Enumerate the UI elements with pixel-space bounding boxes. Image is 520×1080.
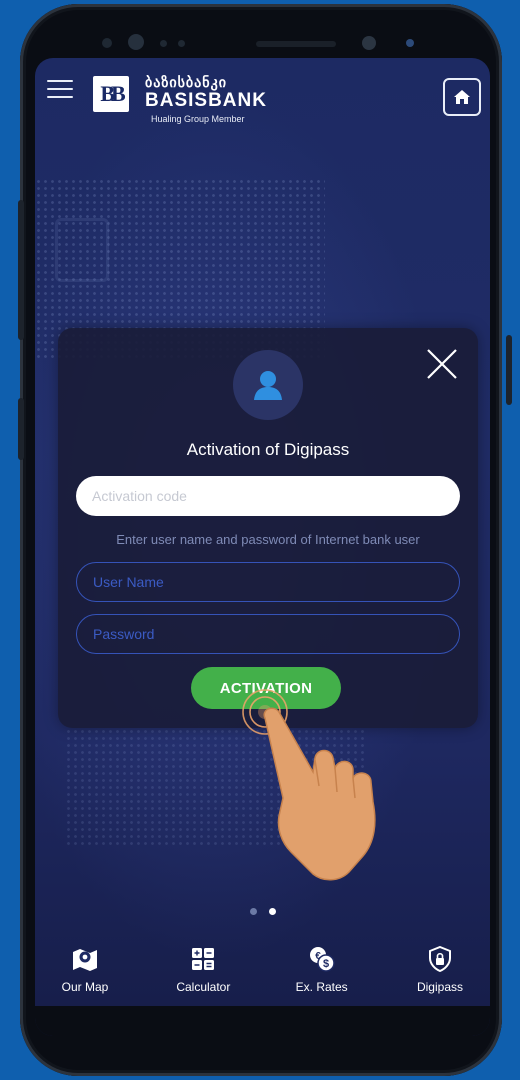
pointing-hand-icon [263,707,376,881]
shield-lock-icon [428,946,451,972]
bottom-nav: Our Map Calculator $ € Ex. Rates Digipas… [35,944,490,1014]
password-input[interactable] [76,614,460,654]
home-icon [454,90,470,104]
earpiece-speaker [256,41,336,47]
calculator-icon [192,948,215,970]
username-input[interactable] [76,562,460,602]
nav-item-ex-rates[interactable]: $ € Ex. Rates [282,944,362,1014]
svg-text:€: € [315,951,321,962]
nav-item-digipass[interactable]: Digipass [400,944,480,1014]
avatar [233,350,303,420]
nav-item-calculator[interactable]: Calculator [163,944,243,1014]
front-camera [362,36,376,50]
volume-button [18,200,24,340]
page-indicator [35,908,490,915]
iris-scanner [128,34,144,50]
nav-item-our-map[interactable]: Our Map [45,944,125,1014]
map-icon [73,949,97,971]
app-screen: BB ბაზისბანკი BASISBANK Hualing Group Me… [35,58,490,1036]
sensor-dot [178,40,185,47]
close-icon[interactable] [424,346,460,382]
home-button[interactable] [443,78,481,116]
page-dot-active[interactable] [268,908,276,915]
nav-label: Digipass [416,980,463,994]
page-dot[interactable] [249,908,257,915]
phone-top-bezel [20,4,502,64]
iris-camera [406,39,414,47]
screen-bottom-bezel [35,1006,490,1036]
sensor-dot [160,40,167,47]
credentials-hint: Enter user name and password of Internet… [116,532,420,547]
modal-title: Activation of Digipass [186,440,350,459]
logo-mark: BB [93,76,129,112]
nav-label: Our Map [61,980,109,994]
logo-subtitle: Hualing Group Member [151,114,245,124]
nav-label: Ex. Rates [295,980,348,994]
bixby-button [18,398,24,460]
hamburger-icon[interactable] [47,80,73,98]
basisbank-logo: BB ბაზისბანკი BASISBANK Hualing Group Me… [93,70,303,126]
activation-code-input[interactable] [76,476,460,516]
activation-modal: Activation of Digipass Enter user name a… [58,328,478,728]
background-lock-graphic [55,218,109,282]
user-icon [254,371,282,400]
svg-text:$: $ [323,958,329,970]
sensor-dot [102,38,112,48]
logo-english-name: BASISBANK [145,90,267,111]
exchange-rates-icon: $ € [309,947,335,972]
nav-label: Calculator [176,980,231,994]
power-button [506,335,512,405]
logo-georgian-name: ბაზისბანკი [145,74,227,90]
